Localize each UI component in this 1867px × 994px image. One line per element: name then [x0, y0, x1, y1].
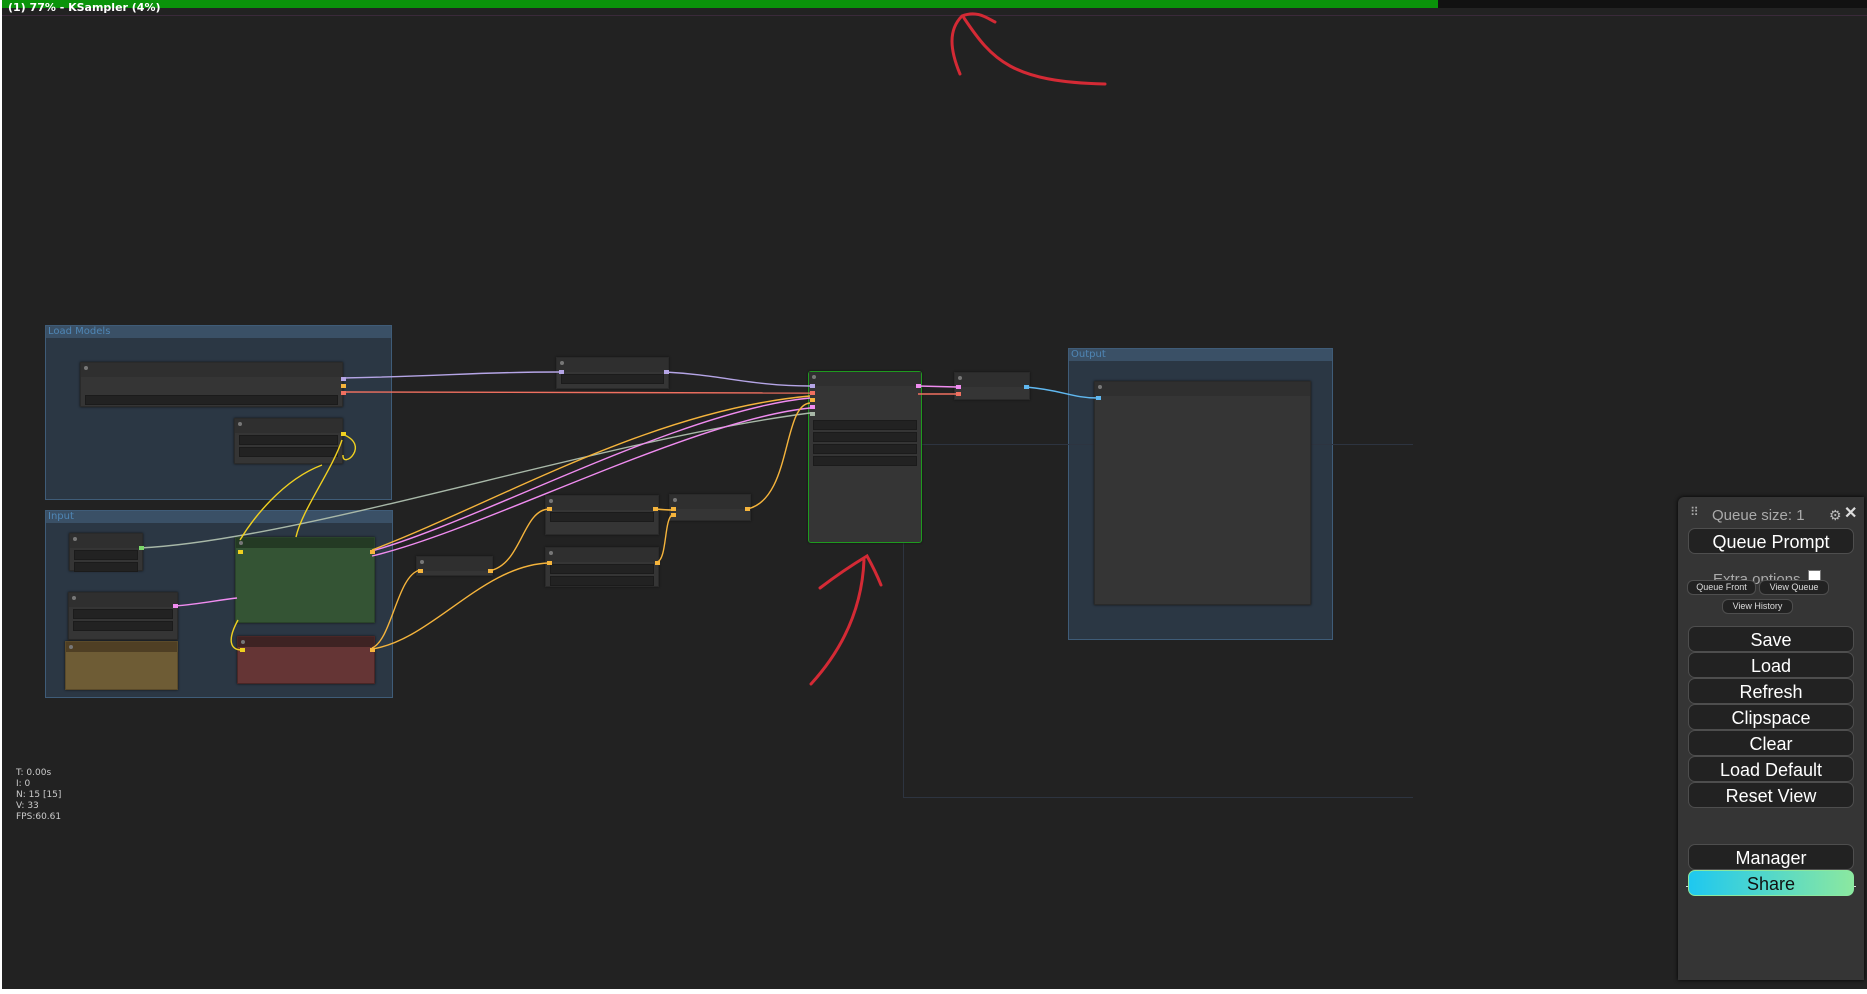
annotation-arrow-top: [950, 12, 997, 76]
share-button[interactable]: Share: [1688, 870, 1854, 896]
manager-button[interactable]: Manager: [1688, 844, 1854, 870]
load-button[interactable]: Load: [1688, 652, 1854, 678]
refresh-button[interactable]: Refresh: [1688, 678, 1854, 704]
close-icon[interactable]: ✕: [1844, 503, 1857, 523]
stat-i: I: 0: [16, 779, 31, 789]
drag-handle-icon[interactable]: ⠿: [1690, 505, 1699, 519]
queue-size-label: Queue size: 1: [1712, 507, 1805, 524]
save-button[interactable]: Save: [1688, 626, 1854, 652]
clipspace-button[interactable]: Clipspace: [1688, 704, 1854, 730]
queue-menu: ⠿ Queue size: 1 ⚙ ✕ Queue Prompt Extra o…: [1678, 497, 1864, 980]
annotation-arrow-bottom: [809, 558, 866, 686]
load-default-button[interactable]: Load Default: [1688, 756, 1854, 782]
reset-view-button[interactable]: Reset View: [1688, 782, 1854, 808]
stat-time: T: 0.00s: [16, 768, 52, 778]
stat-n: N: 15 [15]: [16, 790, 62, 800]
canvas-stats: T: 0.00s I: 0 N: 15 [15] V: 33 FPS:60.61: [16, 768, 61, 823]
gear-icon[interactable]: ⚙: [1829, 507, 1842, 524]
connection-wires: [139, 12, 1107, 686]
stat-v: V: 33: [16, 801, 39, 811]
view-queue-button[interactable]: View Queue: [1759, 580, 1829, 595]
queue-front-button[interactable]: Queue Front: [1687, 580, 1756, 595]
queue-prompt-button[interactable]: Queue Prompt: [1688, 528, 1854, 554]
node-graph-canvas[interactable]: (1) 77% - KSampler (4%) Load Models Inpu…: [2, 0, 1867, 989]
clear-button[interactable]: Clear: [1688, 730, 1854, 756]
stat-fps: FPS:60.61: [16, 812, 62, 822]
view-history-button[interactable]: View History: [1722, 599, 1793, 614]
